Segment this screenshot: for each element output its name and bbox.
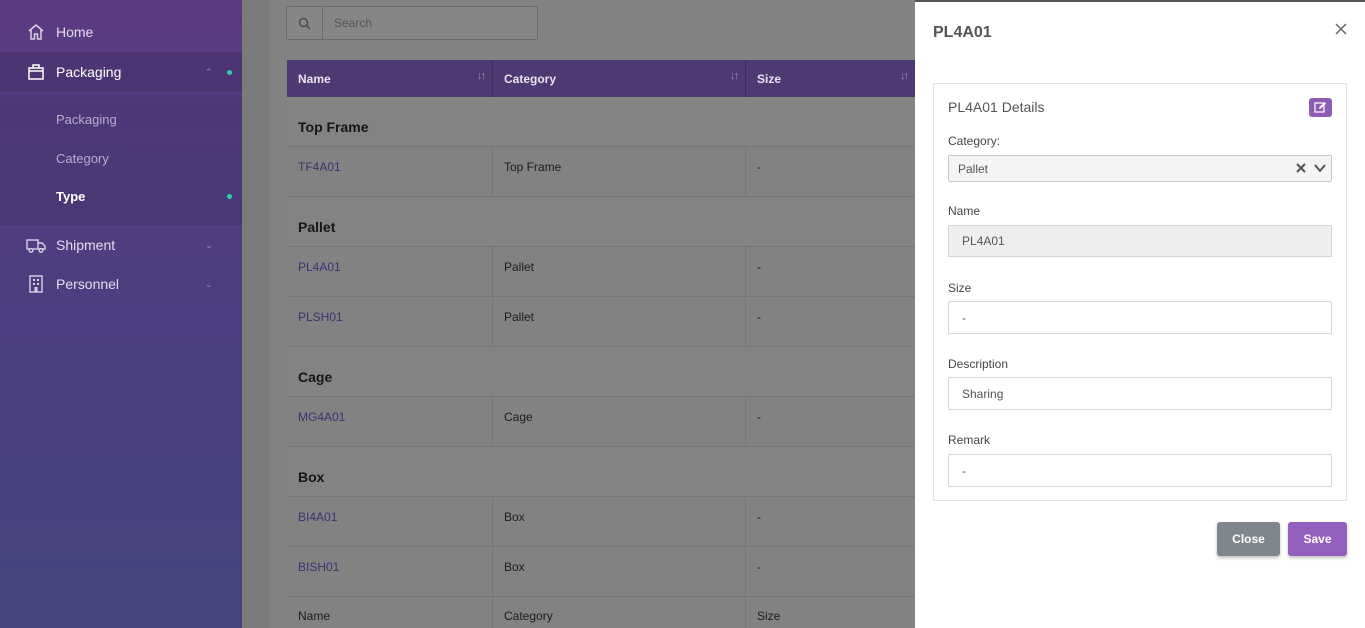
group-row: Cage <box>287 347 915 397</box>
group-label: Cage <box>298 369 333 385</box>
column-header-label: Name <box>298 71 331 86</box>
edit-button[interactable] <box>1309 98 1332 117</box>
main-content: Name ↓↑ Category ↓↑ Size ↓↑ Top Frame TF… <box>242 0 915 628</box>
edit-icon <box>1314 102 1326 113</box>
group-row: Pallet <box>287 197 915 247</box>
search-box <box>286 6 538 40</box>
truck-icon <box>26 235 46 255</box>
size-label: Size <box>948 281 972 295</box>
sort-icon[interactable]: ↓↑ <box>900 70 909 82</box>
group-label: Box <box>298 469 325 485</box>
cell-category: Pallet <box>493 247 746 297</box>
packaging-submenu: Packaging Category Type <box>0 95 242 225</box>
cell-category: Cage <box>493 397 746 447</box>
column-header-category[interactable]: Category ↓↑ <box>493 60 746 97</box>
category-label: Category: <box>948 134 1001 148</box>
group-row: Top Frame <box>287 97 915 147</box>
description-field[interactable]: Sharing <box>948 377 1332 410</box>
table-row[interactable]: TF4A01 Top Frame - <box>287 147 915 197</box>
group-row: Box <box>287 447 915 497</box>
home-icon <box>26 22 46 42</box>
cell-size: - <box>757 310 761 324</box>
sidebar: Home Packaging ⌃ Packaging Category Type… <box>0 0 242 628</box>
sidebar-item-personnel[interactable]: Personnel ⌄ <box>0 264 242 304</box>
table-row[interactable]: BISH01 Box - <box>287 547 915 597</box>
cell-size: - <box>757 160 761 174</box>
size-field[interactable]: - <box>948 301 1332 334</box>
box-icon <box>26 62 46 82</box>
column-header-label: Category <box>504 71 557 86</box>
submenu-item-packaging[interactable]: Packaging <box>56 112 117 127</box>
footer-size: Size <box>757 609 781 623</box>
clear-icon[interactable] <box>1295 162 1307 174</box>
sidebar-item-packaging[interactable]: Packaging ⌃ <box>0 52 242 92</box>
chevron-down-icon[interactable] <box>1313 161 1327 175</box>
column-header-name[interactable]: Name ↓↑ <box>287 60 493 97</box>
column-header-size[interactable]: Size ↓↑ <box>746 60 915 97</box>
sidebar-item-label: Home <box>56 24 94 40</box>
group-label: Top Frame <box>298 119 369 135</box>
close-button[interactable]: Close <box>1217 522 1280 556</box>
sidebar-item-label: Personnel <box>56 276 120 292</box>
chevron-up-icon: ⌃ <box>205 66 213 77</box>
table-row[interactable]: PLSH01 Pallet - <box>287 297 915 347</box>
search-input[interactable] <box>324 7 536 39</box>
card-title: PL4A01 Details <box>948 99 1045 115</box>
footer-name: Name <box>287 597 493 628</box>
footer-category: Category <box>493 597 746 628</box>
details-card: PL4A01 Details Category: Pallet Name PL4… <box>933 83 1347 501</box>
panel-title: PL4A01 <box>933 24 992 41</box>
submenu-item-category[interactable]: Category <box>56 151 109 166</box>
chevron-down-icon: ⌄ <box>205 278 213 289</box>
description-label: Description <box>948 357 1009 371</box>
detail-panel: PL4A01 PL4A01 Details Category: Pallet N… <box>915 0 1365 628</box>
cell-name[interactable]: BISH01 <box>287 547 493 597</box>
cell-category: Pallet <box>493 297 746 347</box>
remark-field[interactable]: - <box>948 454 1332 487</box>
building-icon <box>26 274 46 294</box>
table-header: Name ↓↑ Category ↓↑ Size ↓↑ <box>287 60 915 97</box>
sort-icon[interactable]: ↓↑ <box>730 70 739 82</box>
chevron-down-icon: ⌄ <box>205 239 213 250</box>
sidebar-item-label: Packaging <box>56 64 122 80</box>
cell-size: - <box>757 510 761 524</box>
table-row[interactable]: MG4A01 Cage - <box>287 397 915 447</box>
save-button[interactable]: Save <box>1288 522 1347 556</box>
close-icon[interactable] <box>1332 20 1350 38</box>
cell-name[interactable]: TF4A01 <box>287 147 493 197</box>
cell-size: - <box>757 560 761 574</box>
category-selected-value: Pallet <box>958 161 989 176</box>
column-header-label: Size <box>757 71 782 86</box>
cell-category: Top Frame <box>493 147 746 197</box>
cell-name[interactable]: BI4A01 <box>287 497 493 547</box>
cell-category: Box <box>493 497 746 547</box>
category-select[interactable]: Pallet <box>948 155 1332 182</box>
name-field[interactable]: PL4A01 <box>948 225 1332 257</box>
table-footer: Name Category Size <box>287 597 915 628</box>
table-row[interactable]: BI4A01 Box - <box>287 497 915 547</box>
cell-size: - <box>757 260 761 274</box>
sort-icon[interactable]: ↓↑ <box>477 70 486 82</box>
sidebar-item-label: Shipment <box>56 237 116 253</box>
cell-size: - <box>757 410 761 424</box>
name-label: Name <box>948 204 981 218</box>
sidebar-item-home[interactable]: Home <box>0 12 242 52</box>
cell-name[interactable]: PLSH01 <box>287 297 493 347</box>
cell-category: Box <box>493 547 746 597</box>
sidebar-item-shipment[interactable]: Shipment ⌄ <box>0 225 242 265</box>
active-dot <box>227 69 232 75</box>
table-row[interactable]: PL4A01 Pallet - <box>287 247 915 297</box>
active-dot <box>227 194 232 199</box>
search-icon <box>287 7 323 39</box>
submenu-item-type[interactable]: Type <box>56 189 85 204</box>
cell-name[interactable]: PL4A01 <box>287 247 493 297</box>
group-label: Pallet <box>298 219 336 235</box>
cell-name[interactable]: MG4A01 <box>287 397 493 447</box>
remark-label: Remark <box>948 433 991 447</box>
